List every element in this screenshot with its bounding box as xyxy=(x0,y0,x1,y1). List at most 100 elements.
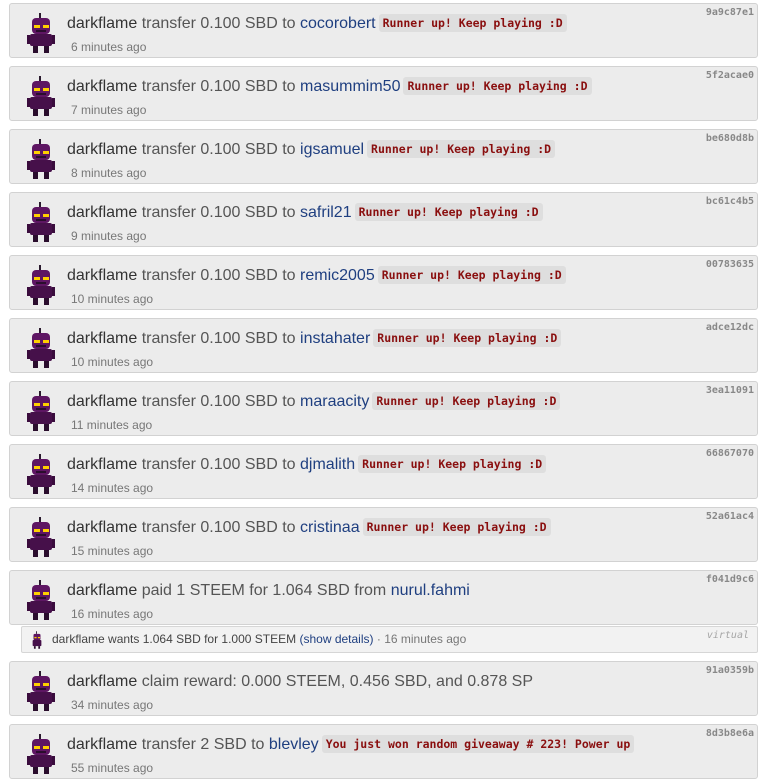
operation-verb: transfer 0.100 SBD to xyxy=(141,204,296,221)
user-avatar[interactable] xyxy=(25,517,57,557)
user-avatar[interactable] xyxy=(25,265,57,305)
timestamp: 6 minutes ago xyxy=(71,40,147,54)
user-avatar[interactable] xyxy=(25,734,57,774)
user-avatar[interactable] xyxy=(25,328,57,368)
recipient-link[interactable]: nurul.fahmi xyxy=(391,582,470,599)
operation-verb: transfer 0.100 SBD to xyxy=(141,141,296,158)
tx-hash-link[interactable]: f041d9c6 xyxy=(706,574,754,585)
user-link[interactable]: darkflame xyxy=(67,393,137,410)
user-avatar-small[interactable] xyxy=(30,631,44,649)
operation-text: darkflame transfer 0.100 SBD to igsamuel… xyxy=(67,140,556,160)
recipient-link[interactable]: safril21 xyxy=(300,204,352,221)
operation-row: darkflame transfer 0.100 SBD to remic200… xyxy=(9,255,758,310)
operation-verb: transfer 0.100 SBD to xyxy=(141,519,296,536)
operation-text: darkflame transfer 0.100 SBD to djmalith… xyxy=(67,455,547,475)
tx-hash-link[interactable]: 3ea11091 xyxy=(706,385,754,396)
operation-verb: transfer 0.100 SBD to xyxy=(141,267,296,284)
tx-hash-link[interactable]: 66867070 xyxy=(706,448,754,459)
memo-badge: Runner up! Keep playing :D xyxy=(373,329,562,347)
recipient-link[interactable]: cocorobert xyxy=(300,15,376,32)
recipient-link[interactable]: maraacity xyxy=(300,393,369,410)
operations-feed: darkflame transfer 0.100 SBD to cocorobe… xyxy=(0,0,763,783)
operation-text: darkflame transfer 0.100 SBD to remic200… xyxy=(67,266,566,286)
user-link[interactable]: darkflame xyxy=(67,673,137,690)
operation-text: darkflame transfer 0.100 SBD to cristina… xyxy=(67,518,551,538)
operation-text: darkflame transfer 0.100 SBD to instahat… xyxy=(67,329,562,349)
timestamp: 14 minutes ago xyxy=(71,481,154,495)
recipient-link[interactable]: masummim50 xyxy=(300,78,400,95)
user-link[interactable]: darkflame xyxy=(67,204,137,221)
user-link[interactable]: darkflame xyxy=(67,78,137,95)
memo-badge: You just won random giveaway # 223! Powe… xyxy=(321,735,635,753)
user-link[interactable]: darkflame xyxy=(67,15,137,32)
user-link[interactable]: darkflame xyxy=(67,582,137,599)
operation-row: darkflame transfer 0.100 SBD to safril21… xyxy=(9,192,758,247)
operation-row: darkflame transfer 0.100 SBD to maraacit… xyxy=(9,381,758,436)
operation-verb: transfer 0.100 SBD to xyxy=(141,330,296,347)
operation-row: darkflame transfer 0.100 SBD to instahat… xyxy=(9,318,758,373)
operation-row: darkflame transfer 0.100 SBD to cocorobe… xyxy=(9,3,758,58)
user-avatar[interactable] xyxy=(25,580,57,620)
operation-verb: transfer 0.100 SBD to xyxy=(141,15,296,32)
recipient-link[interactable]: cristinaa xyxy=(300,519,360,536)
recipient-link[interactable]: instahater xyxy=(300,330,370,347)
user-link[interactable]: darkflame xyxy=(67,141,137,158)
user-link[interactable]: darkflame xyxy=(67,267,137,284)
tx-hash-link[interactable]: bc61c4b5 xyxy=(706,196,754,207)
user-link[interactable]: darkflame xyxy=(67,330,137,347)
order-user[interactable]: darkflame xyxy=(52,632,105,646)
user-avatar[interactable] xyxy=(25,454,57,494)
order-time: 16 minutes ago xyxy=(384,632,467,646)
user-avatar[interactable] xyxy=(25,139,57,179)
operation-verb: paid 1 STEEM for 1.064 SBD from xyxy=(141,582,387,599)
operation-text: darkflame transfer 0.100 SBD to masummim… xyxy=(67,77,592,97)
memo-badge: Runner up! Keep playing :D xyxy=(403,77,592,95)
user-avatar[interactable] xyxy=(25,76,57,116)
user-avatar[interactable] xyxy=(25,13,57,53)
recipient-link[interactable]: igsamuel xyxy=(300,141,364,158)
operation-text: darkflame paid 1 STEEM for 1.064 SBD fro… xyxy=(67,581,470,601)
timestamp: 10 minutes ago xyxy=(71,292,154,306)
user-avatar[interactable] xyxy=(25,391,57,431)
operation-text: darkflame transfer 0.100 SBD to cocorobe… xyxy=(67,14,567,34)
operation-verb: transfer 0.100 SBD to xyxy=(141,456,296,473)
operation-text: darkflame transfer 0.100 SBD to safril21… xyxy=(67,203,543,223)
timestamp: 7 minutes ago xyxy=(71,103,147,117)
operation-text: darkflame transfer 0.100 SBD to maraacit… xyxy=(67,392,561,412)
memo-badge: Runner up! Keep playing :D xyxy=(358,455,547,473)
recipient-link[interactable]: remic2005 xyxy=(300,267,375,284)
tx-hash-link[interactable]: 91a0359b xyxy=(706,665,754,676)
tx-hash-link[interactable]: 8d3b8e6a xyxy=(706,728,754,739)
operation-verb: transfer 0.100 SBD to xyxy=(141,78,296,95)
tx-hash-link[interactable]: 52a61ac4 xyxy=(706,511,754,522)
show-details-link[interactable]: (show details) xyxy=(299,632,373,646)
recipient-link[interactable]: blevley xyxy=(269,736,319,753)
timestamp: 9 minutes ago xyxy=(71,229,147,243)
separator: · xyxy=(376,632,381,646)
memo-badge: Runner up! Keep playing :D xyxy=(367,140,556,158)
timestamp: 55 minutes ago xyxy=(71,761,154,775)
order-text: wants 1.064 SBD for 1.000 STEEM xyxy=(108,632,297,646)
tx-hash-link[interactable]: 00783635 xyxy=(706,259,754,270)
recipient-link[interactable]: djmalith xyxy=(300,456,355,473)
tx-hash-link[interactable]: 9a9c87e1 xyxy=(706,7,754,18)
operation-verb: transfer 0.100 SBD to xyxy=(141,393,296,410)
memo-badge: Runner up! Keep playing :D xyxy=(377,266,566,284)
user-link[interactable]: darkflame xyxy=(67,456,137,473)
tx-hash-link[interactable]: be680d8b xyxy=(706,133,754,144)
operation-row: darkflame transfer 0.100 SBD to masummim… xyxy=(9,66,758,121)
tx-hash-link[interactable]: 5f2acae0 xyxy=(706,70,754,81)
user-link[interactable]: darkflame xyxy=(67,736,137,753)
operation-row: darkflame transfer 0.100 SBD to cristina… xyxy=(9,507,758,562)
operation-row: darkflame transfer 0.100 SBD to djmalith… xyxy=(9,444,758,499)
timestamp: 16 minutes ago xyxy=(71,607,154,621)
operation-row: darkflame claim reward: 0.000 STEEM, 0.4… xyxy=(9,661,758,716)
memo-badge: Runner up! Keep playing :D xyxy=(372,392,561,410)
user-avatar[interactable] xyxy=(25,671,57,711)
tx-hash-link[interactable]: adce12dc xyxy=(706,322,754,333)
operation-row: darkflame paid 1 STEEM for 1.064 SBD fro… xyxy=(9,570,758,625)
virtual-tag: virtual xyxy=(706,630,749,641)
operation-verb: transfer 2 SBD to xyxy=(141,736,265,753)
user-link[interactable]: darkflame xyxy=(67,519,137,536)
user-avatar[interactable] xyxy=(25,202,57,242)
